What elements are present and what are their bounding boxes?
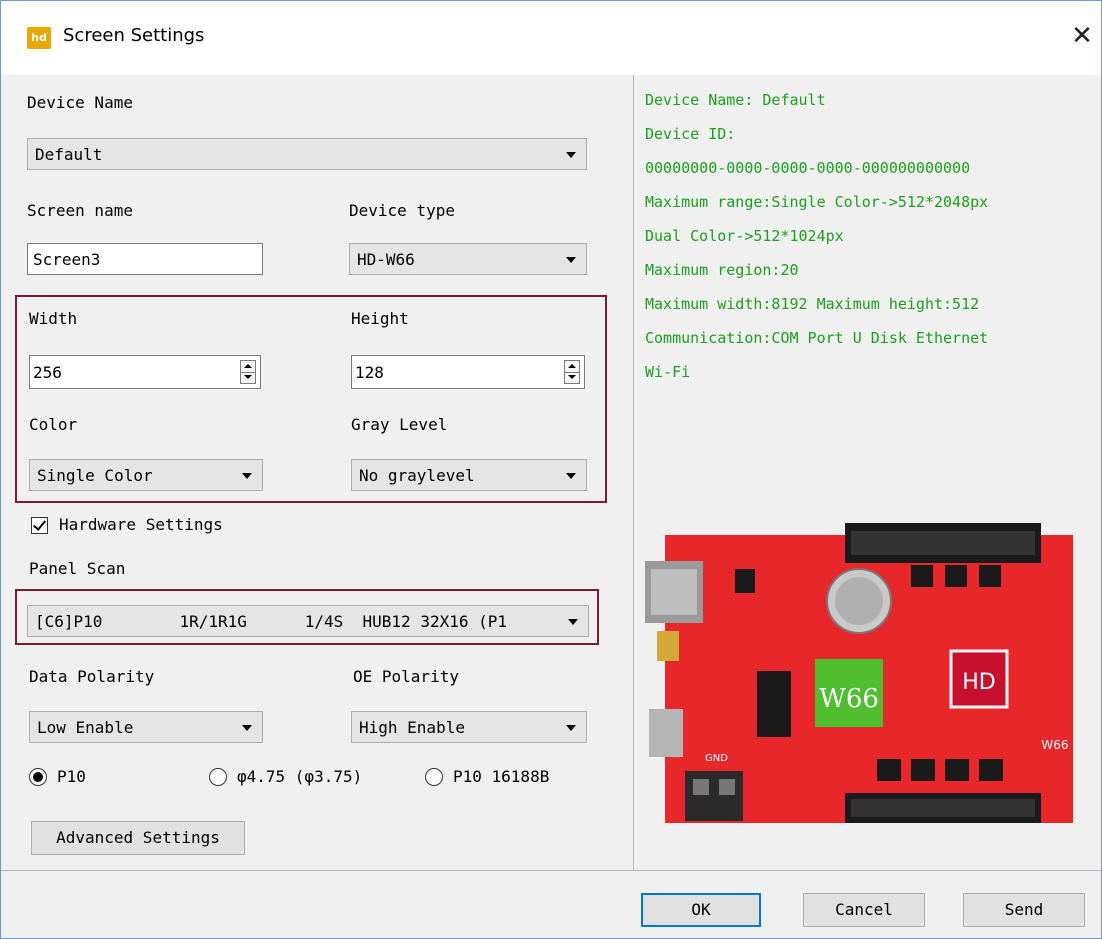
data-polarity-label: Data Polarity: [29, 667, 155, 686]
radio-p10[interactable]: [29, 768, 47, 786]
chevron-down-icon: [242, 473, 252, 479]
hd-label: HD: [962, 670, 995, 695]
chevron-down-icon: [566, 725, 576, 731]
chevron-down-icon: [566, 152, 576, 158]
info-line-wifi: Wi-Fi: [645, 363, 691, 381]
send-button[interactable]: Send: [963, 893, 1085, 927]
advanced-settings-button[interactable]: Advanced Settings: [31, 821, 245, 855]
info-line-max-range: Maximum range:Single Color->512*2048px: [645, 193, 989, 211]
panel-scan-value: [C6]P10 1R/1R1G 1/4S HUB12 32X16 (P1: [35, 612, 508, 631]
dialog-window: hd Screen Settings ✕ Device Name Default…: [0, 0, 1102, 939]
oe-polarity-select[interactable]: High Enable: [351, 711, 587, 743]
chevron-down-icon: [568, 619, 578, 625]
panel-scan-label: Panel Scan: [29, 559, 126, 578]
oe-polarity-label: OE Polarity: [353, 667, 459, 686]
color-label: Color: [29, 415, 78, 434]
info-line-dual-color: Dual Color->512*1024px: [645, 227, 844, 245]
spin-down-icon[interactable]: [241, 372, 255, 383]
app-logo-icon: hd: [27, 27, 51, 49]
chevron-down-icon: [566, 257, 576, 263]
info-line-max-size: Maximum width:8192 Maximum height:512: [645, 295, 980, 313]
device-type-select[interactable]: HD-W66: [349, 243, 587, 275]
screen-name-input[interactable]: Screen3: [27, 243, 263, 275]
dialog-footer: OK Cancel Send: [1, 871, 1101, 938]
info-line-device-id-value: 00000000-0000-0000-0000-000000000000: [645, 159, 971, 177]
chip-label: W66: [819, 684, 879, 714]
color-value: Single Color: [37, 466, 153, 485]
info-line-max-region: Maximum region:20: [645, 261, 799, 279]
window-title: Screen Settings: [63, 25, 205, 46]
height-value: 128: [355, 363, 384, 382]
gray-level-value: No graylevel: [359, 466, 475, 485]
height-spinner[interactable]: 128: [351, 355, 585, 389]
title-bar: hd Screen Settings ✕: [1, 1, 1101, 75]
device-name-value: Default: [35, 145, 103, 164]
radio-p10-16188b[interactable]: [425, 768, 443, 786]
device-type-value: HD-W66: [357, 250, 415, 269]
ok-button[interactable]: OK: [641, 893, 761, 927]
screen-name-label: Screen name: [27, 201, 133, 220]
radio-phi475[interactable]: [209, 768, 227, 786]
width-value: 256: [33, 363, 62, 382]
hardware-settings-label: Hardware Settings: [59, 515, 223, 534]
spin-down-icon[interactable]: [565, 372, 579, 383]
info-line-device-name: Device Name: Default: [645, 91, 826, 109]
height-spin-buttons[interactable]: [564, 360, 580, 384]
radio-phi475-label: φ4.75 (φ3.75): [237, 767, 363, 786]
chevron-down-icon: [566, 473, 576, 479]
device-name-label: Device Name: [27, 93, 133, 112]
radio-p10-label: P10: [57, 767, 86, 786]
width-spinner[interactable]: 256: [29, 355, 261, 389]
settings-panel: Device Name Default Screen name Device t…: [1, 75, 633, 870]
chevron-down-icon: [242, 725, 252, 731]
controller-board-image: W66 HD W66 GND: [645, 523, 1073, 823]
gnd-label: GND: [705, 753, 728, 764]
close-icon[interactable]: ✕: [1065, 19, 1099, 53]
panel-scan-select[interactable]: [C6]P10 1R/1R1G 1/4S HUB12 32X16 (P1: [27, 605, 589, 637]
oe-polarity-value: High Enable: [359, 718, 465, 737]
corner-label: W66: [1041, 738, 1068, 752]
data-polarity-value: Low Enable: [37, 718, 134, 737]
gray-level-label: Gray Level: [351, 415, 448, 434]
gray-level-select[interactable]: No graylevel: [351, 459, 587, 491]
width-spin-buttons[interactable]: [240, 360, 256, 384]
screen-name-value: Screen3: [33, 250, 101, 269]
width-label: Width: [29, 309, 78, 328]
info-line-communication: Communication:COM Port U Disk Ethernet: [645, 329, 989, 347]
panel-divider: [633, 75, 634, 870]
cancel-button[interactable]: Cancel: [803, 893, 925, 927]
info-line-device-id: Device ID:: [645, 125, 736, 143]
radio-p10-16188b-label: P10 16188B: [453, 767, 550, 786]
hardware-settings-checkbox[interactable]: [31, 517, 48, 534]
height-label: Height: [351, 309, 409, 328]
device-name-select[interactable]: Default: [27, 138, 587, 170]
color-select[interactable]: Single Color: [29, 459, 263, 491]
device-type-label: Device type: [349, 201, 455, 220]
data-polarity-select[interactable]: Low Enable: [29, 711, 263, 743]
